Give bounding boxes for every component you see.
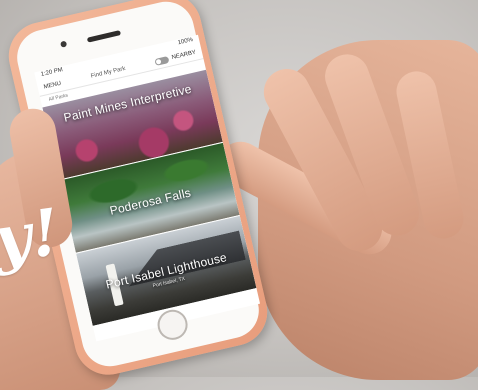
front-camera-icon [60,40,68,48]
handwritten-overlay: y! [0,194,65,279]
nearby-label: NEARBY [171,49,197,62]
photo-scene: 1:20 PM 100% MENU Find My Park NEARBY Al… [0,0,478,390]
nearby-toggle-icon[interactable] [154,55,170,66]
earpiece-speaker [86,30,122,43]
park-card-title: Poderosa Falls [108,185,193,218]
menu-button[interactable]: MENU [43,81,62,91]
